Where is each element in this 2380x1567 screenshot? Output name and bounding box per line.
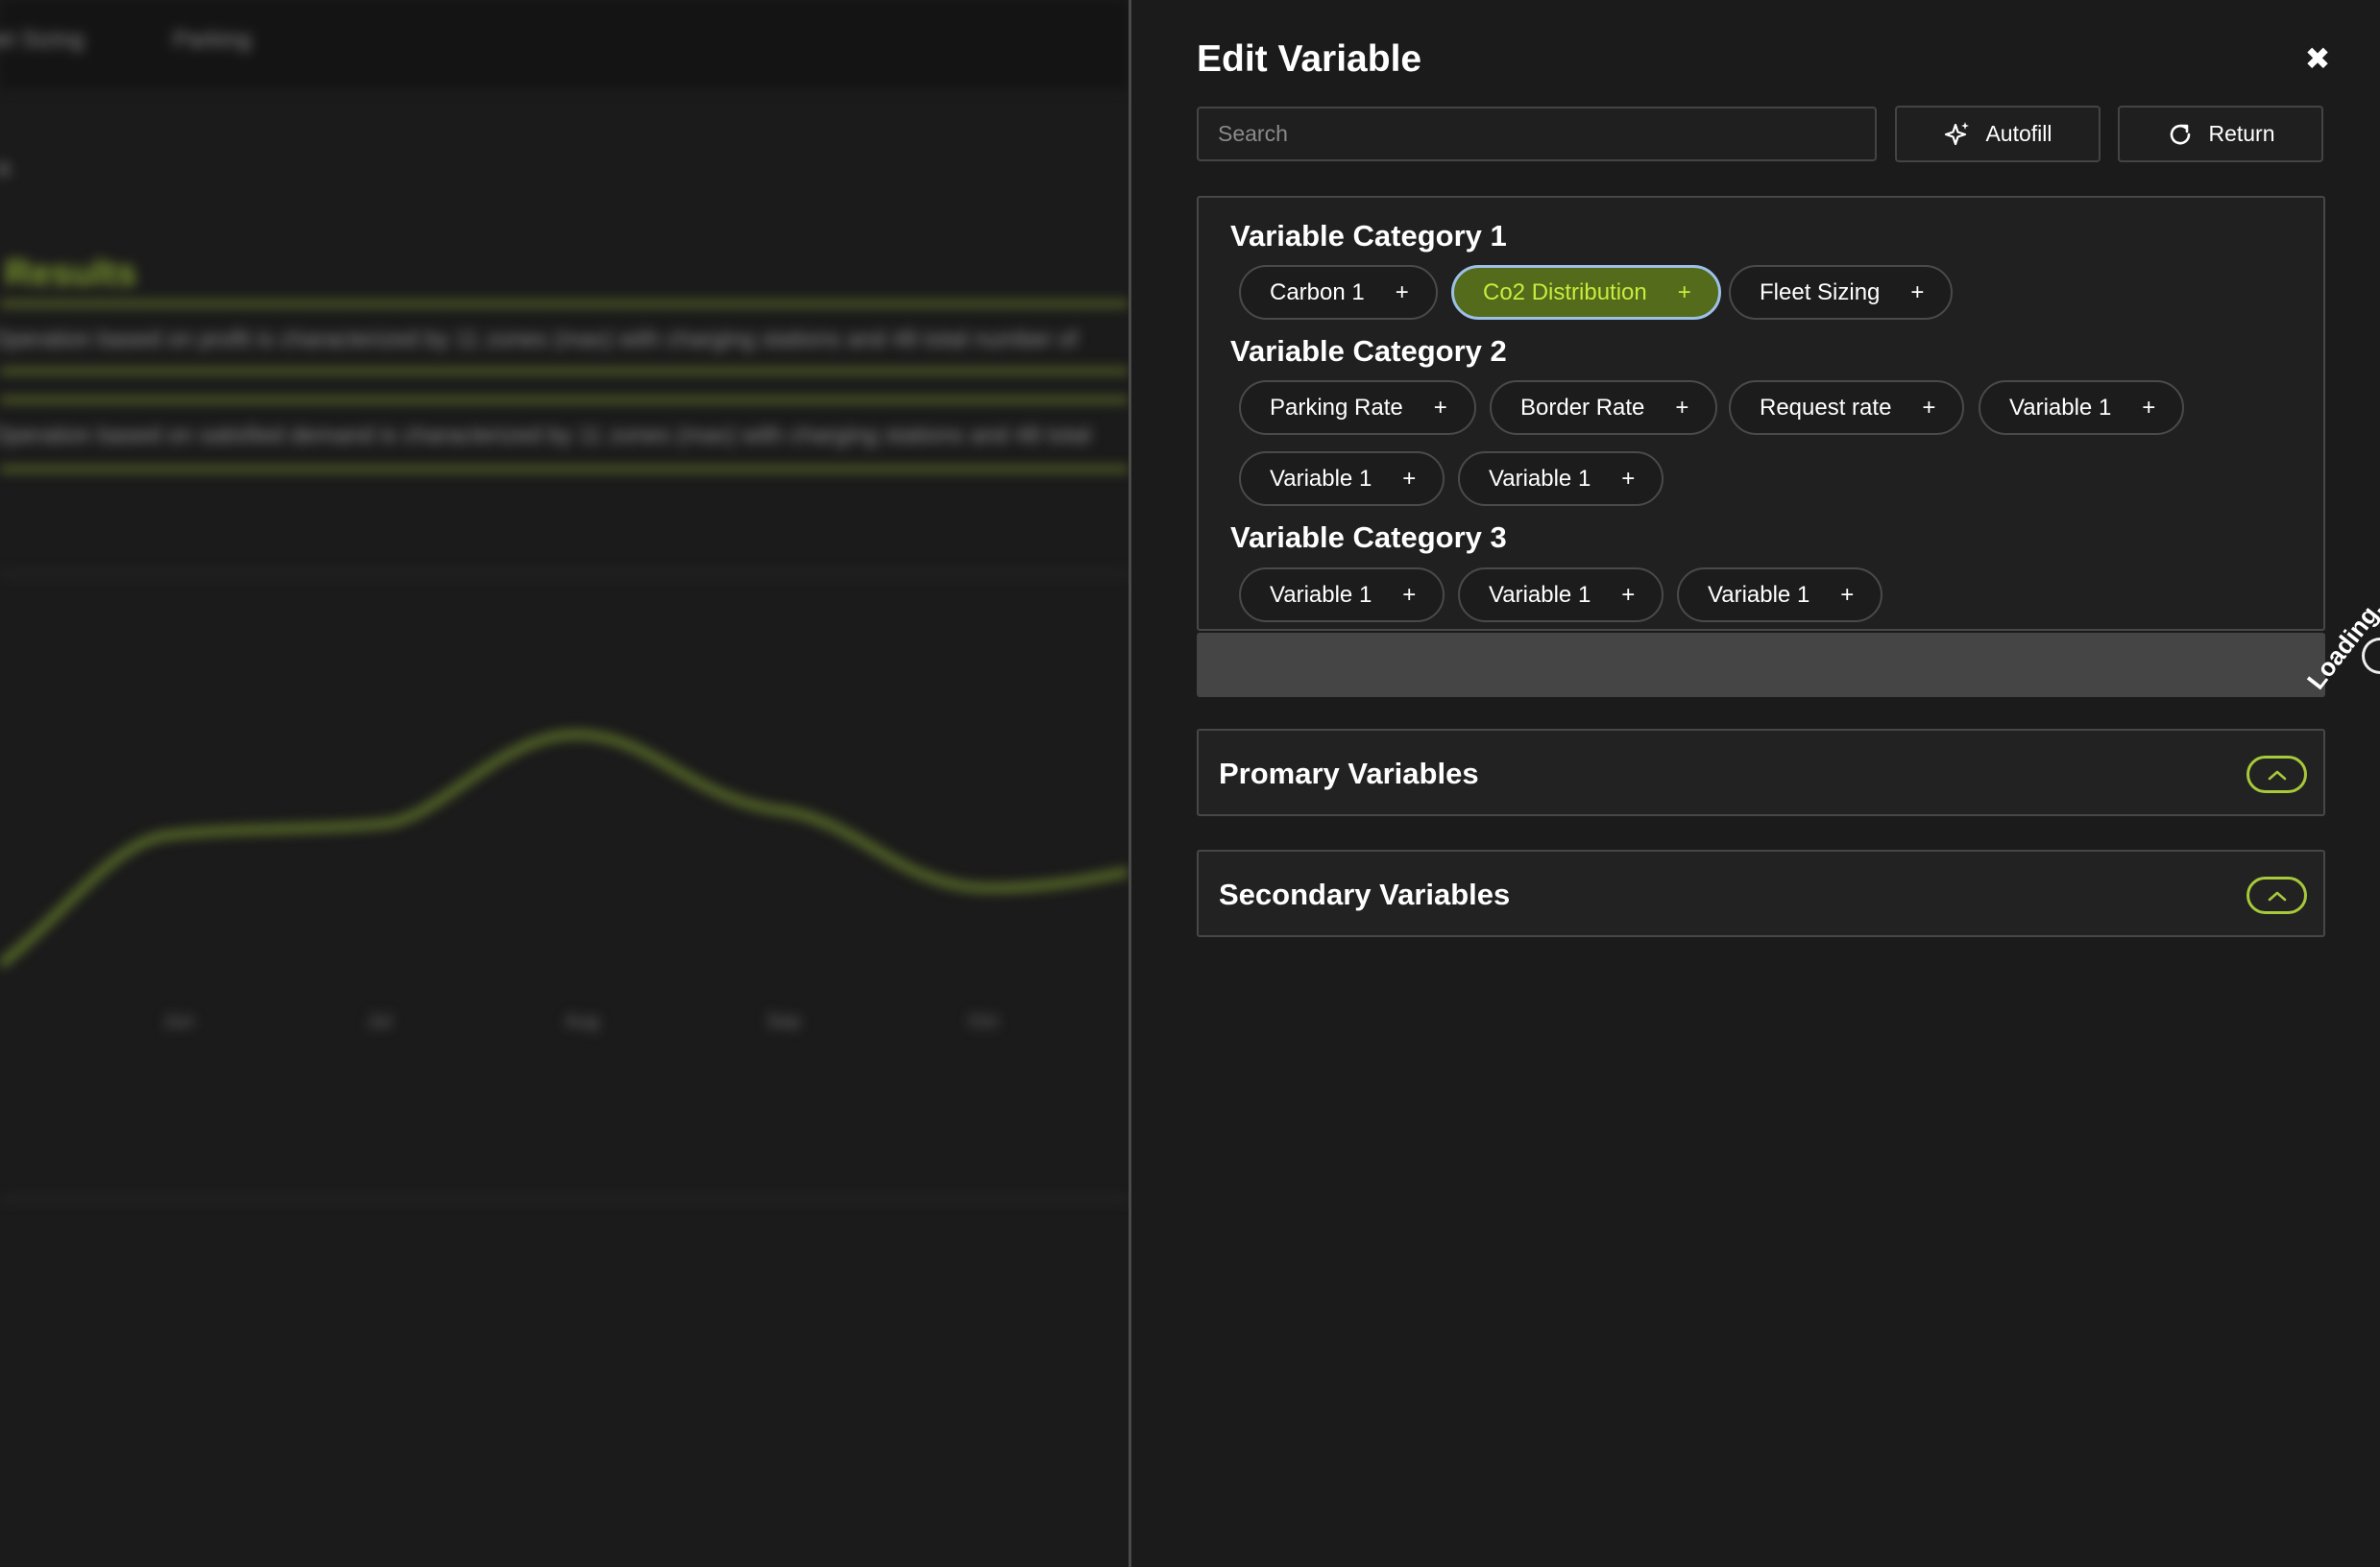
plus-icon: +: [1433, 394, 1447, 421]
background-results-title: Results: [5, 253, 137, 294]
return-label: Return: [2208, 121, 2275, 146]
variable-chip[interactable]: Border Rate +: [1490, 380, 1718, 435]
chip-label: Co2 Distribution: [1483, 278, 1647, 305]
background-description: Operation based on satisfied demand is c…: [0, 422, 1091, 448]
plus-icon: +: [1675, 394, 1689, 421]
chip-label: Variable 1: [1270, 581, 1372, 608]
chip-label: Parking Rate: [1270, 394, 1403, 421]
loading-bar: [1197, 633, 2325, 697]
variable-chip[interactable]: Parking Rate +: [1239, 380, 1476, 435]
chip-label: Carbon 1: [1270, 278, 1365, 305]
close-icon[interactable]: ✖: [2301, 42, 2334, 75]
variable-chip[interactable]: Variable 1 +: [1239, 451, 1445, 506]
chip-label: Variable 1: [1708, 581, 1810, 608]
accordion-secondary-variables[interactable]: Secondary Variables: [1197, 850, 2325, 937]
return-button[interactable]: Return: [2118, 106, 2323, 162]
variable-chip[interactable]: Fleet Sizing +: [1729, 265, 1954, 320]
background-rule: [0, 301, 1129, 306]
chip-label: Variable 1: [1489, 581, 1591, 608]
background-breadcrumb: n: [0, 154, 11, 182]
background-divider: [0, 572, 1129, 575]
accordion-primary-variables[interactable]: Promary Variables: [1197, 729, 2325, 816]
variable-chip[interactable]: Carbon 1 +: [1239, 265, 1438, 320]
plus-icon: +: [1621, 465, 1636, 492]
variable-chip[interactable]: Variable 1 +: [1239, 567, 1445, 622]
plus-icon: +: [1910, 278, 1925, 305]
plus-icon: +: [1840, 581, 1855, 608]
background-axis-label: Jun: [163, 1011, 195, 1032]
chevron-up-icon[interactable]: [2246, 877, 2307, 914]
background-axis-label: Jul: [367, 1011, 392, 1032]
variable-chip[interactable]: Variable 1 +: [1458, 567, 1664, 622]
variable-chip[interactable]: Variable 1 +: [1458, 451, 1664, 506]
autofill-button[interactable]: Autofill: [1895, 106, 2101, 162]
background-divider: [0, 1197, 1129, 1200]
plus-icon: +: [2142, 394, 2156, 421]
chip-label: Variable 1: [1270, 465, 1372, 492]
panel-title: Edit Variable: [1197, 38, 1422, 80]
variable-categories-box: Variable Category 1 Carbon 1 + Co2 Distr…: [1197, 196, 2325, 631]
plus-icon: +: [1395, 278, 1409, 305]
background-rule: [0, 369, 1129, 374]
variable-chip[interactable]: Request rate +: [1729, 380, 1965, 435]
plus-icon: +: [1922, 394, 1936, 421]
category-title: Variable Category 3: [1230, 520, 1507, 554]
edit-variable-panel: Edit Variable ✖ Autofill Return Variable…: [1129, 0, 2380, 1567]
chip-label: Variable 1: [1489, 465, 1591, 492]
plus-icon: +: [1402, 581, 1417, 608]
background-axis-label: Aug: [565, 1011, 599, 1032]
variable-chip-selected[interactable]: Co2 Distribution +: [1451, 265, 1721, 320]
variable-chip[interactable]: Variable 1 +: [1677, 567, 1883, 622]
background-axis-label: Oct: [968, 1011, 999, 1032]
background-description: Operation based on profit is characteriz…: [0, 326, 1079, 352]
category-title: Variable Category 1: [1230, 219, 1507, 253]
chip-label: Request rate: [1760, 394, 1892, 421]
background-nav-fleet-sizing: Fleet Sizing: [0, 27, 85, 53]
background-nav-parking: Parking: [173, 27, 252, 53]
plus-icon: +: [1402, 465, 1417, 492]
background-app: Fleet Sizing Parking n Results Operation…: [0, 0, 1129, 1567]
plus-icon: +: [1677, 278, 1691, 305]
category-title: Variable Category 2: [1230, 334, 1507, 368]
variable-chip[interactable]: Variable 1 +: [1979, 380, 2185, 435]
chevron-up-icon[interactable]: [2246, 756, 2307, 793]
chip-label: Fleet Sizing: [1760, 278, 1881, 305]
accordion-label: Secondary Variables: [1219, 878, 1511, 911]
autofill-label: Autofill: [1985, 121, 2052, 146]
background-rule: [0, 398, 1129, 402]
background-rule: [0, 467, 1129, 471]
plus-icon: +: [1621, 581, 1636, 608]
background-top-bar: [0, 0, 1129, 88]
chip-label: Border Rate: [1520, 394, 1645, 421]
sparkle-icon: [1943, 120, 1972, 149]
accordion-label: Promary Variables: [1219, 757, 1479, 790]
chip-label: Variable 1: [2009, 394, 2112, 421]
background-line-chart: [0, 731, 1129, 968]
refresh-icon: [2166, 120, 2195, 149]
background-axis-label: Sep: [766, 1011, 801, 1032]
search-input[interactable]: [1197, 107, 1877, 161]
